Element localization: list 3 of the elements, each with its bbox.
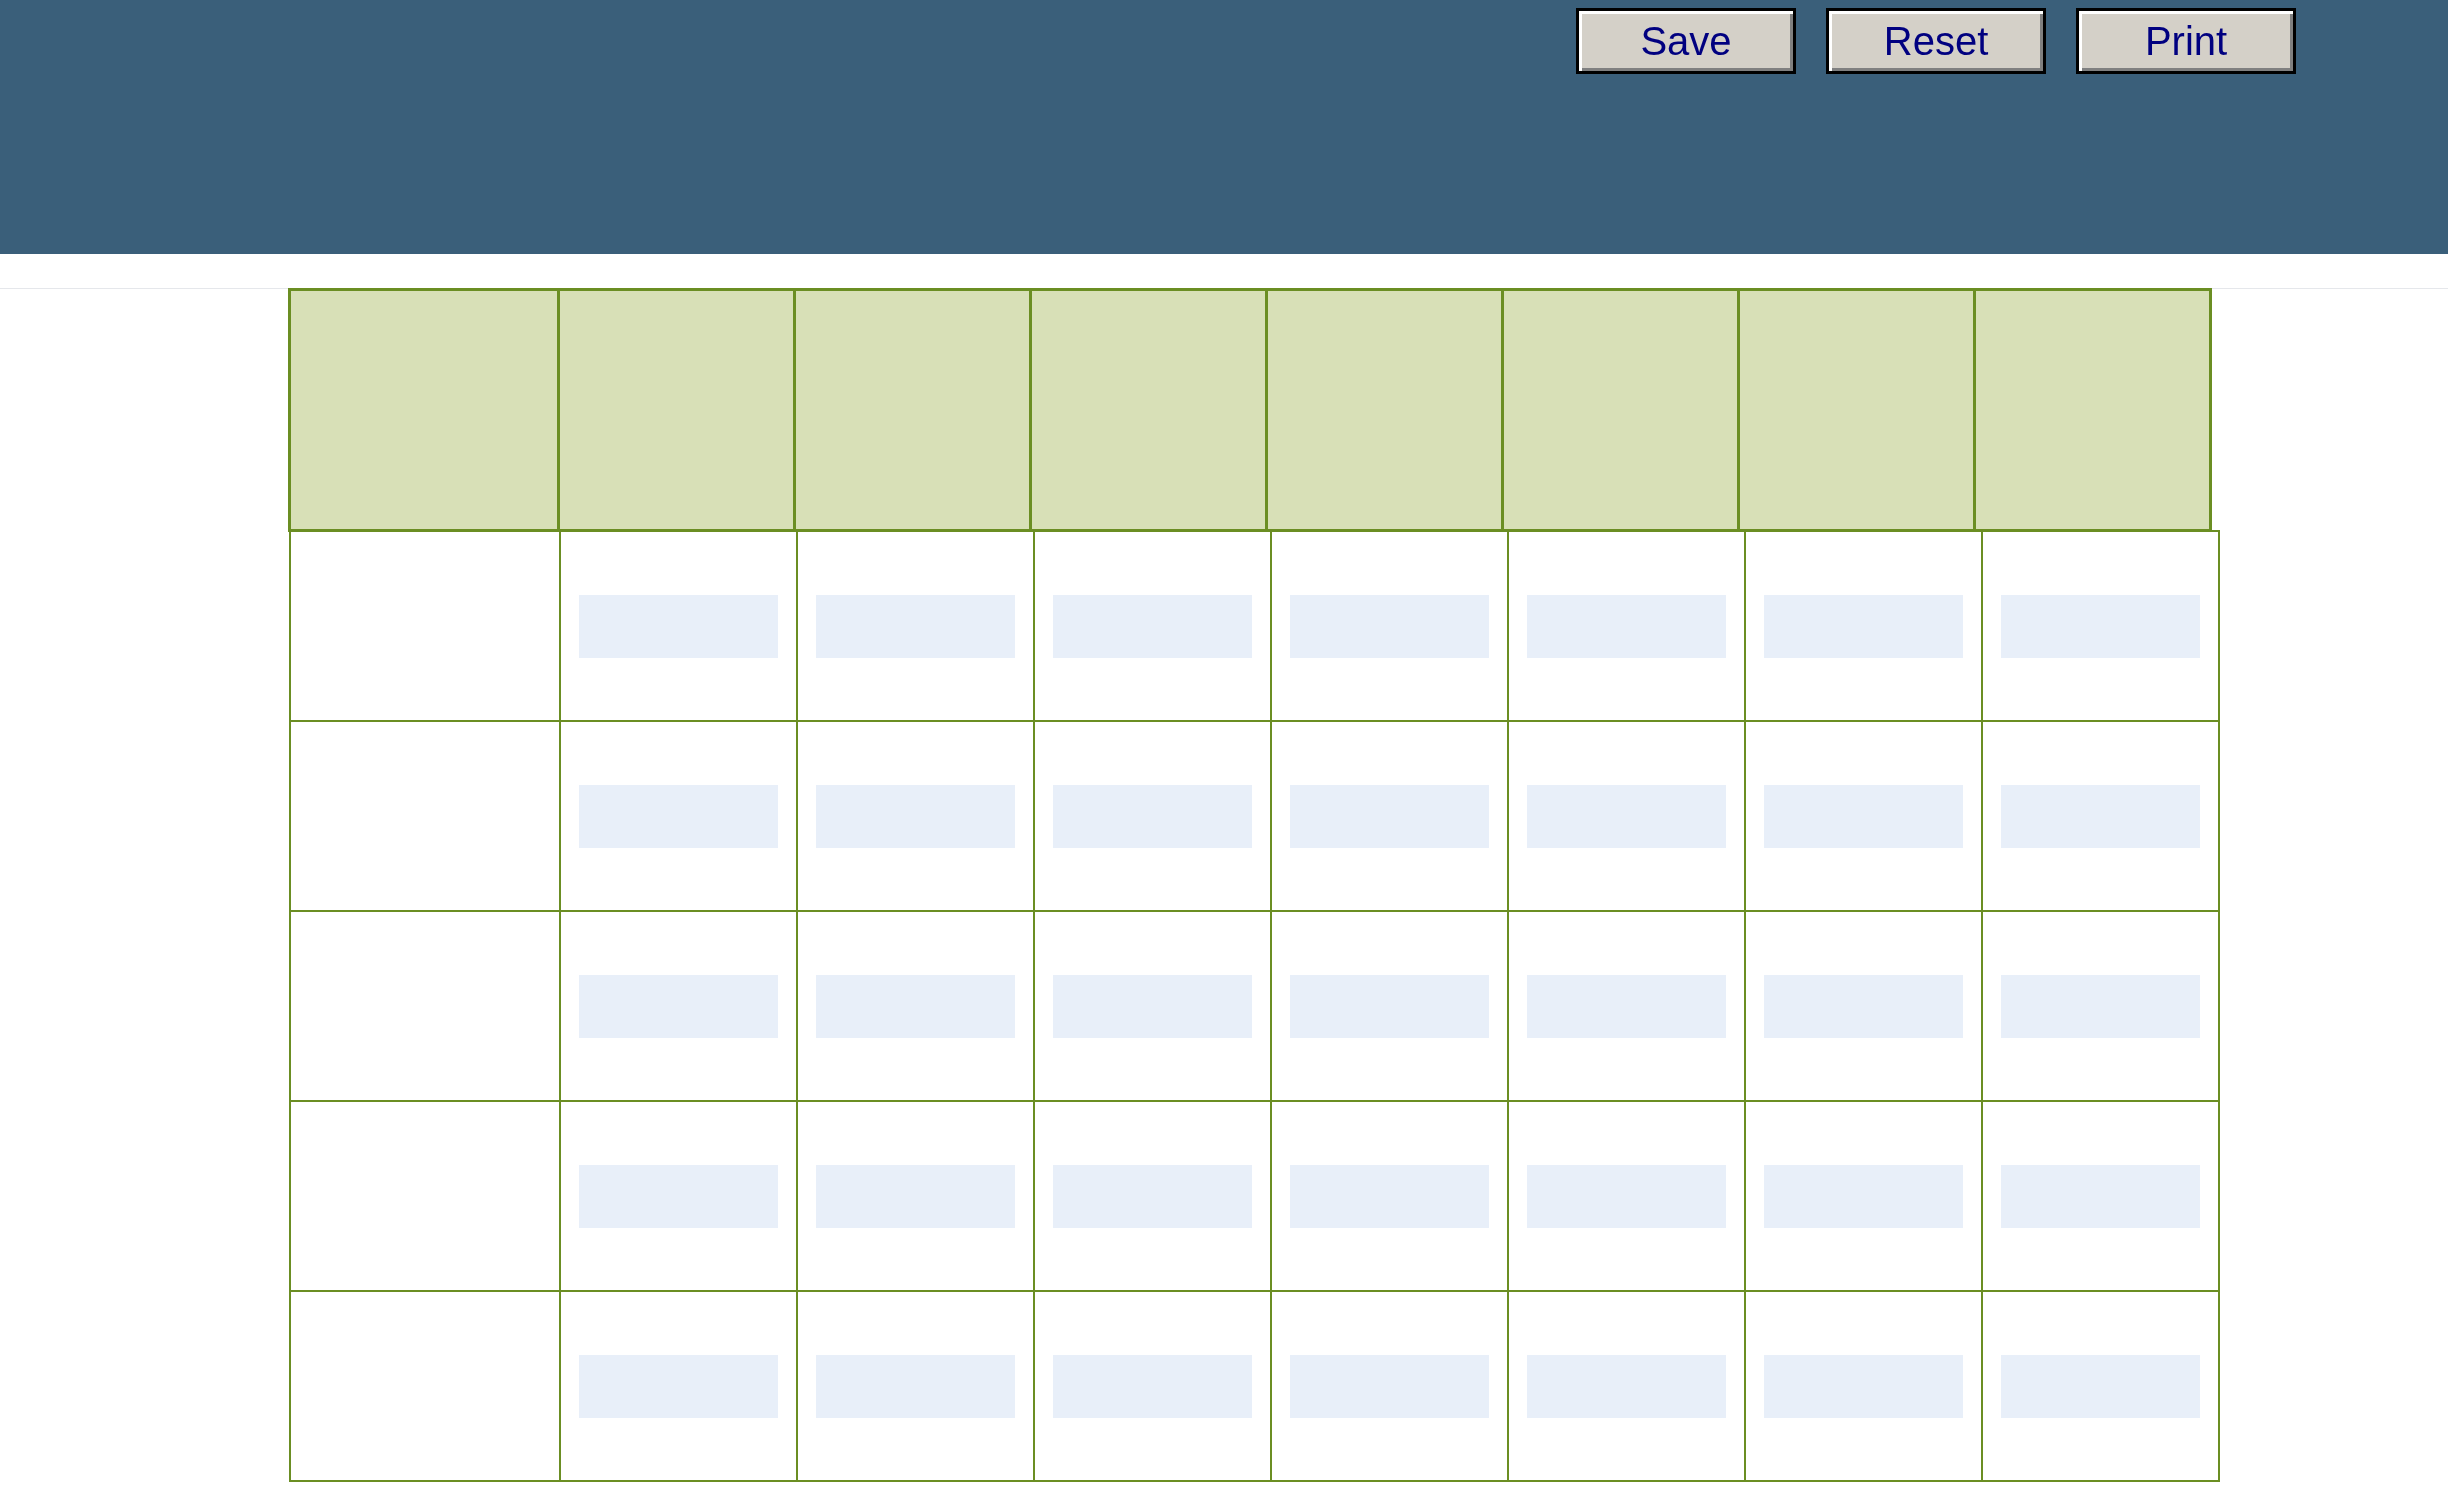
toolbar-button[interactable]: Print xyxy=(2076,8,2296,74)
toolbar-button[interactable]: Reset xyxy=(1826,8,2046,74)
toolbar-button[interactable]: Save xyxy=(1576,8,1796,74)
